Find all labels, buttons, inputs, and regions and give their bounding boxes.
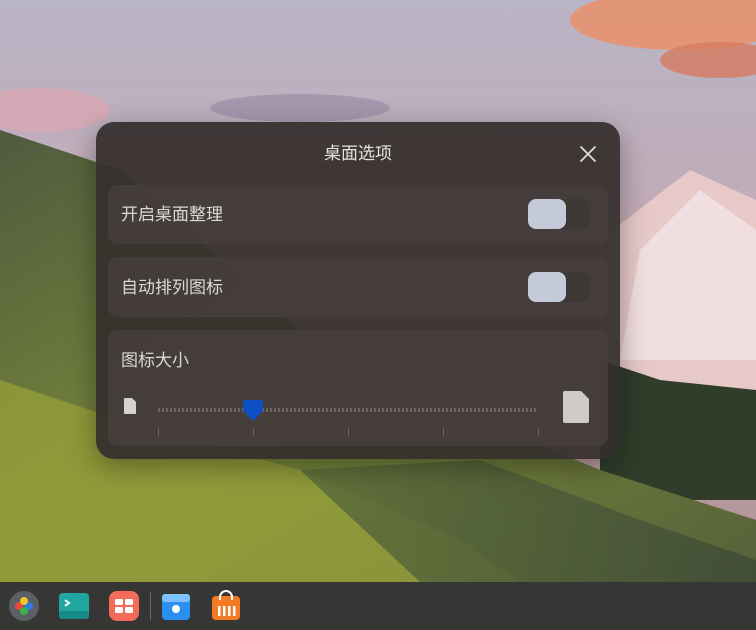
small-file-icon [124,398,136,414]
slider-track[interactable] [158,408,538,412]
slider-tick [158,428,159,436]
row-auto-arrange: 自动排列图标 [108,257,608,317]
file-manager-icon[interactable] [160,590,192,622]
app-store-icon[interactable] [210,590,242,622]
desktop-organize-toggle[interactable] [528,199,590,229]
row-icon-size: 图标大小 [108,330,608,446]
launcher-icon[interactable] [8,590,40,622]
toggle-knob [528,272,566,302]
slider-tick [538,428,539,436]
toggle-knob [528,199,566,229]
slider-tick [348,428,349,436]
slider-tick [443,428,444,436]
multitask-icon[interactable] [108,590,140,622]
slider-thumb[interactable] [240,397,266,423]
slider-tick [253,428,254,436]
slider-ticks [158,428,539,436]
icon-size-label: 图标大小 [121,351,189,371]
dialog-title: 桌面选项 [324,144,392,164]
close-icon[interactable] [576,142,600,166]
auto-arrange-toggle[interactable] [528,272,590,302]
auto-arrange-label: 自动排列图标 [121,278,223,298]
desktop: 桌面选项 开启桌面整理 自动排列图标 图标大小 [0,0,756,630]
row-desktop-organize: 开启桌面整理 [108,185,608,244]
desktop-options-dialog: 桌面选项 开启桌面整理 自动排列图标 图标大小 [96,122,620,459]
icon-size-slider[interactable] [120,390,596,436]
large-file-icon [563,391,589,423]
desktop-organize-label: 开启桌面整理 [121,205,223,225]
taskbar [0,582,756,630]
terminal-icon[interactable] [58,590,90,622]
taskbar-separator [150,592,151,620]
